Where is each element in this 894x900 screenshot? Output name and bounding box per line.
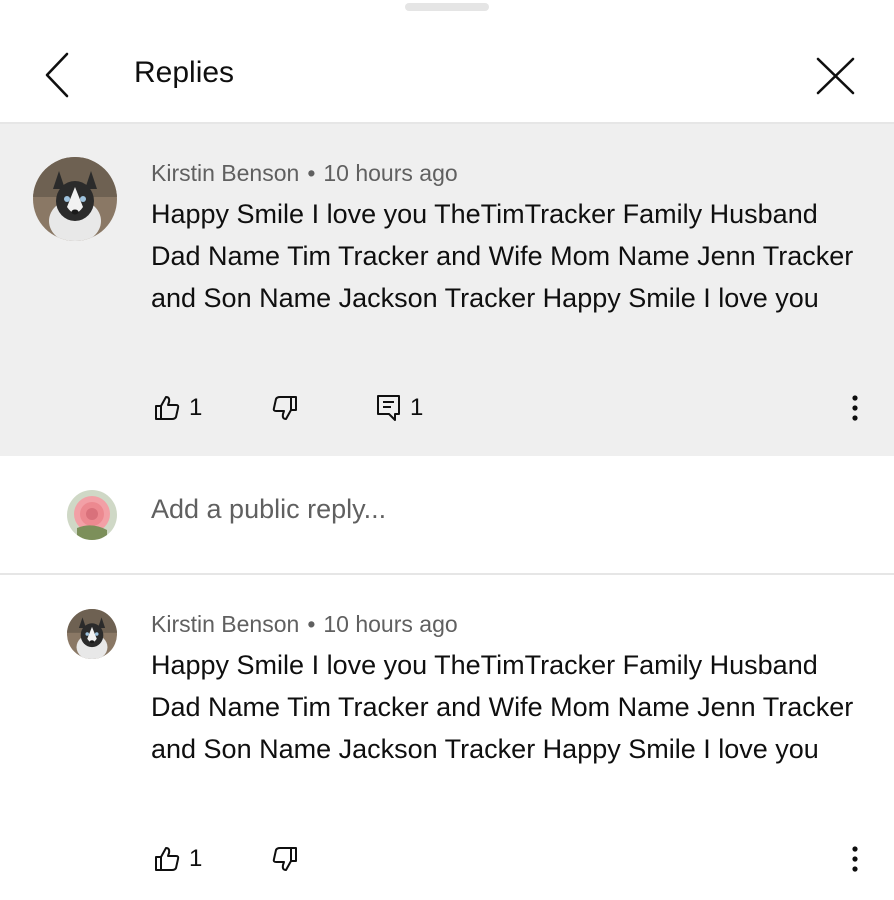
drag-handle[interactable] (405, 3, 489, 11)
thumbs-down-icon (272, 396, 297, 420)
like-count: 1 (189, 845, 203, 872)
comment-author[interactable]: Kirstin Benson (151, 611, 299, 637)
replies-header: Replies (0, 12, 894, 122)
comment-text: Happy Smile I love you TheTimTracker Fam… (151, 650, 854, 764)
husky-dog-avatar (67, 609, 117, 659)
dislike-button[interactable] (271, 394, 299, 422)
husky-dog-avatar (33, 157, 117, 241)
comment-author[interactable]: Kirstin Benson (151, 160, 299, 186)
thumbs-up-icon (155, 847, 180, 871)
back-button[interactable] (34, 48, 84, 104)
parent-comment: Kirstin Benson • 10 hours ago Happy Smile … (0, 124, 894, 456)
comment-meta: Kirstin Benson • 10 hours ago (151, 611, 458, 638)
comment-icon (377, 395, 400, 421)
meta-separator: • (307, 160, 316, 186)
avatar[interactable] (67, 609, 117, 659)
more-options-button[interactable] (840, 389, 870, 429)
meta-separator: • (307, 611, 316, 637)
thumbs-up-icon (155, 396, 180, 420)
like-button[interactable]: 1 (153, 845, 202, 873)
close-icon (816, 57, 855, 95)
page-title: Replies (134, 56, 235, 89)
close-button[interactable] (808, 52, 864, 104)
public-reply-input[interactable] (151, 494, 831, 525)
reply-count: 1 (410, 394, 424, 421)
chevron-left-icon (45, 52, 69, 98)
more-vert-icon (852, 395, 858, 421)
comment-meta: Kirstin Benson • 10 hours ago (151, 160, 458, 187)
reply-count-button[interactable]: 1 (376, 394, 423, 422)
rose-flower-avatar (67, 490, 117, 540)
comment-text: Happy Smile I love you TheTimTracker Fam… (151, 199, 854, 313)
comment-time: 10 hours ago (323, 611, 458, 637)
more-options-button[interactable] (840, 840, 870, 880)
more-vert-icon (852, 846, 858, 872)
like-button[interactable]: 1 (153, 394, 202, 422)
like-count: 1 (189, 394, 203, 421)
reply-comment: Kirstin Benson • 10 hours ago Happy Smile … (0, 575, 894, 900)
add-reply-row (0, 460, 894, 572)
thumbs-down-icon (272, 847, 297, 871)
user-avatar (67, 490, 117, 540)
avatar[interactable] (33, 157, 117, 241)
comment-time: 10 hours ago (323, 160, 458, 186)
dislike-button[interactable] (271, 845, 299, 873)
